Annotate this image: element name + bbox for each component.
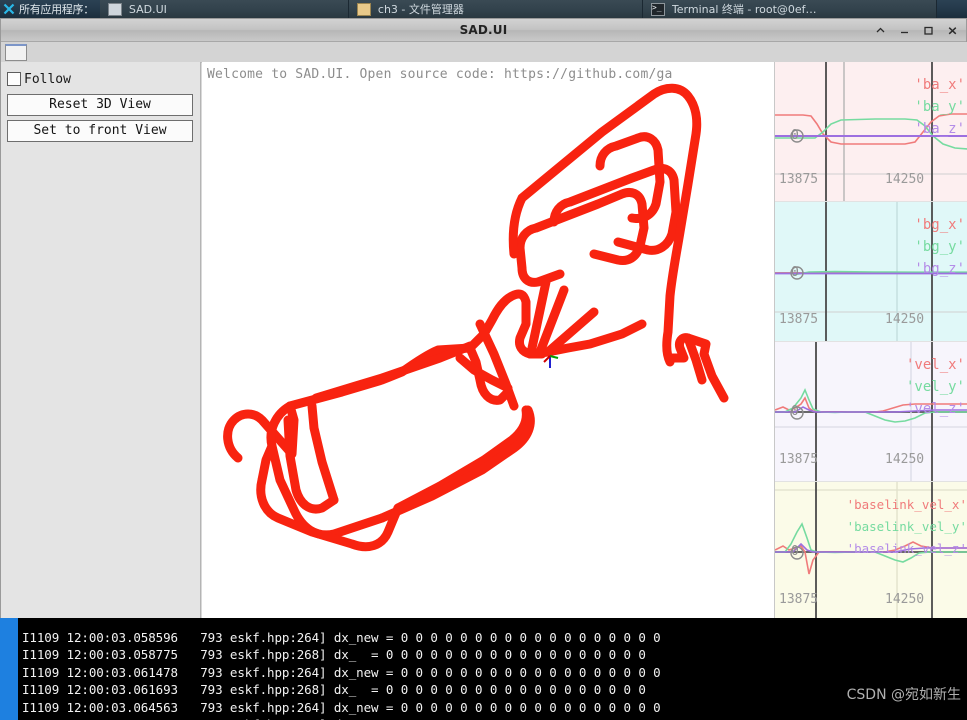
trajectory-canvas bbox=[223, 83, 729, 552]
window-titlebar[interactable]: SAD.UI bbox=[1, 19, 966, 42]
plot-ba-xtick-1: 14250 bbox=[885, 172, 925, 187]
taskbar-item-terminal[interactable]: Terminal 终端 - root@0ef… bbox=[642, 0, 937, 18]
toolbar-strip bbox=[1, 42, 967, 63]
plot-stack: 'ba_x' 'ba_y' 'ba_z' 0 13875 14250 'bg_x… bbox=[775, 62, 967, 618]
plot-vel[interactable]: 'vel_x' 'vel_y' 'vel_z' 0 13875 14250 bbox=[775, 342, 967, 482]
plot-ba-xtick-0: 13875 bbox=[779, 172, 819, 187]
taskbar-item-filemanager[interactable]: ch3 - 文件管理器 bbox=[348, 0, 643, 18]
3d-viewport[interactable]: Welcome to SAD.UI. Open source code: htt… bbox=[202, 62, 775, 618]
start-menu-label: 所有应用程序： bbox=[19, 3, 94, 16]
shade-button[interactable] bbox=[874, 23, 886, 37]
plot-vel-ytick: 0 bbox=[791, 404, 799, 419]
tab-main[interactable] bbox=[5, 43, 27, 61]
taskbar-item-label: SAD.UI bbox=[128, 2, 167, 16]
trajectory-path bbox=[223, 83, 729, 552]
folder-icon bbox=[356, 2, 371, 16]
window-body: Follow Reset 3D View Set to front View W… bbox=[1, 42, 967, 618]
app-window-icon bbox=[107, 2, 122, 16]
plot-ba[interactable]: 'ba_x' 'ba_y' 'ba_z' 0 13875 14250 bbox=[775, 62, 967, 202]
start-menu-button[interactable]: 所有应用程序： bbox=[0, 0, 100, 18]
control-sidebar: Follow Reset 3D View Set to front View bbox=[1, 62, 201, 618]
plot-baselink-vel-xtick-1: 14250 bbox=[885, 592, 925, 607]
terminal-icon bbox=[650, 2, 665, 16]
reset-3d-view-button[interactable]: Reset 3D View bbox=[7, 94, 193, 116]
maximize-button[interactable] bbox=[922, 23, 934, 37]
csdn-watermark: CSDN @宛如新生 bbox=[846, 687, 961, 703]
plot-baselink-vel-ytick: 0 bbox=[791, 544, 799, 559]
plot-bg-xtick-0: 13875 bbox=[779, 312, 819, 327]
window-controls bbox=[874, 19, 962, 41]
plot-baselink-vel[interactable]: 'baselink_vel_x' 'baselink_vel_y' 'basel… bbox=[775, 482, 967, 618]
terminal-log-output: I1109 12:00:03.058596 793 eskf.hpp:264] … bbox=[22, 629, 661, 720]
set-to-front-view-button[interactable]: Set to front View bbox=[7, 120, 193, 142]
follow-checkbox[interactable] bbox=[7, 72, 21, 86]
origin-axes bbox=[543, 355, 559, 368]
plot-bg[interactable]: 'bg_x' 'bg_y' 'bg_z' 0 13875 14250 bbox=[775, 202, 967, 342]
plot-bg-xtick-1: 14250 bbox=[885, 312, 925, 327]
taskbar-item-label: ch3 - 文件管理器 bbox=[377, 3, 464, 16]
taskbar-item-sadui[interactable]: SAD.UI bbox=[99, 0, 349, 18]
plot-vel-xtick-0: 13875 bbox=[779, 452, 819, 467]
terminal-side-bar bbox=[0, 618, 18, 720]
x-logo-icon bbox=[3, 3, 15, 15]
window-title: SAD.UI bbox=[459, 23, 508, 37]
minimize-button[interactable] bbox=[898, 23, 910, 37]
taskbar-item-label: Terminal 终端 - root@0ef… bbox=[671, 3, 817, 16]
follow-checkbox-row[interactable]: Follow bbox=[7, 68, 194, 90]
taskbar: 所有应用程序： SAD.UI ch3 - 文件管理器 Terminal 终端 -… bbox=[0, 0, 967, 18]
plot-ba-ytick: 0 bbox=[791, 128, 799, 143]
follow-label: Follow bbox=[24, 71, 71, 87]
plot-vel-xtick-1: 14250 bbox=[885, 452, 925, 467]
sadui-window: SAD.UI Follow Reset 3D View Set to front… bbox=[0, 18, 967, 618]
close-button[interactable] bbox=[946, 23, 958, 37]
desktop-screen: 所有应用程序： SAD.UI ch3 - 文件管理器 Terminal 终端 -… bbox=[0, 0, 967, 720]
terminal-window[interactable]: I1109 12:00:03.058596 793 eskf.hpp:264] … bbox=[0, 618, 967, 720]
plot-bg-ytick: 0 bbox=[791, 265, 799, 280]
plot-baselink-vel-xtick-0: 13875 bbox=[779, 592, 819, 607]
